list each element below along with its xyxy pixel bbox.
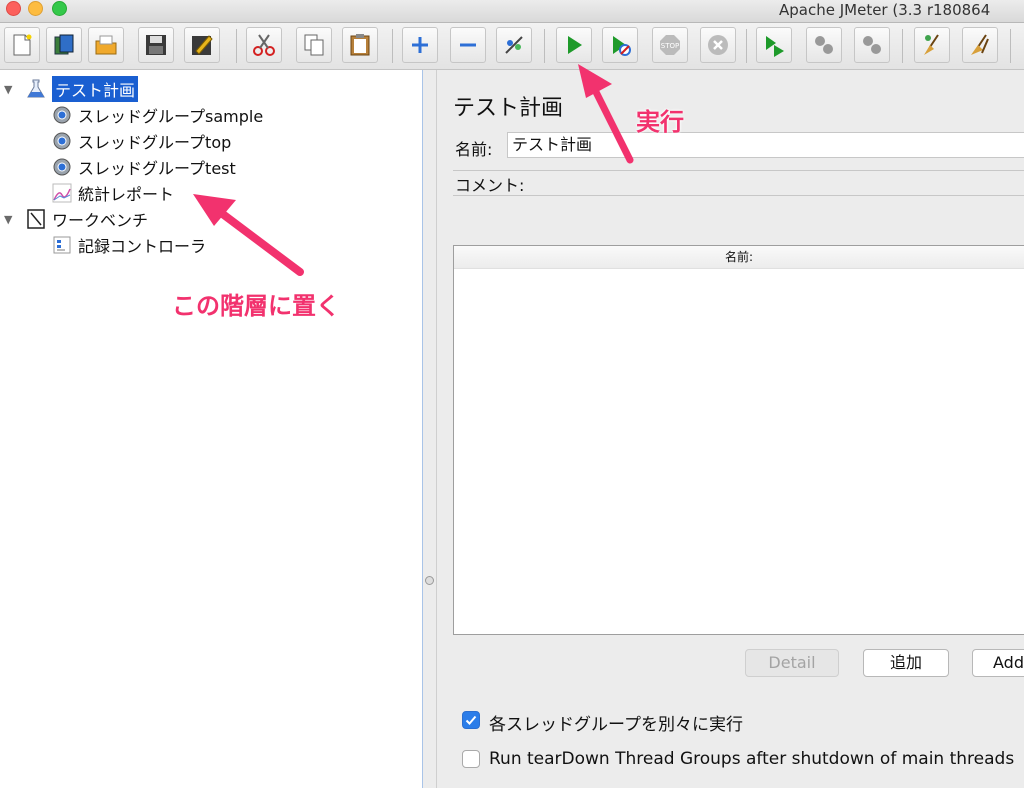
cut-button[interactable] [246,27,282,63]
new-button[interactable] [4,27,40,63]
test-plan-tree[interactable]: ▼ テスト計画 スレッドグループsample スレッドグループtop スレッドグ… [0,70,423,788]
comment-label: コメント: [455,176,525,195]
panel-title: テスト計画 [453,96,564,121]
copy-button[interactable] [296,27,332,63]
recording-controller-icon [52,235,72,255]
annotation-run: 実行 [636,108,684,136]
toolbar: STOP [0,23,1024,70]
toggle-button[interactable] [496,27,532,63]
window-title: Apache JMeter (3.3 r180864 [779,1,991,19]
play-no-timer-icon [613,36,631,56]
workbench-icon [26,209,46,229]
shutdown-button[interactable] [700,27,736,63]
paste-button[interactable] [342,27,378,63]
teardown-label: Run tearDown Thread Groups after shutdow… [489,749,1015,769]
tree-node-thread-group-sample[interactable]: スレッドグループsample [52,103,263,127]
comment-row: コメント: [453,170,1024,196]
remote-shutdown-all-button[interactable] [854,27,890,63]
zoom-window-button[interactable] [52,1,67,16]
name-label: 名前: [455,140,493,159]
tree-node-recording-controller[interactable]: 記録コントローラ [52,233,206,257]
copy-icon [304,34,324,56]
minus-icon [460,43,476,47]
collapse-all-button[interactable] [450,27,486,63]
stop-button[interactable]: STOP [652,27,688,63]
remote-shutdown-icon [863,36,881,54]
clear-button[interactable] [914,27,950,63]
gear-icon [52,105,72,125]
remote-stop-icon [815,36,833,54]
add-button[interactable]: 追加 [863,649,949,677]
chart-icon [52,183,72,203]
gear-icon [52,131,72,151]
open-button[interactable] [88,27,124,63]
save-as-icon [192,35,213,55]
clipboard-icon [350,34,370,56]
user-variables-table[interactable]: 名前: [453,245,1024,635]
remote-stop-all-button[interactable] [806,27,842,63]
expand-triangle-test-plan[interactable]: ▼ [4,83,12,96]
gear-icon [52,157,72,177]
stop-icon: STOP [660,35,680,55]
flask-icon [26,79,46,99]
save-disk-icon [146,35,166,55]
column-header-name[interactable]: 名前: [454,246,1024,269]
svg-text:STOP: STOP [661,42,679,50]
remote-start-all-button[interactable] [756,27,792,63]
open-folder-icon [95,35,117,55]
teardown-checkbox[interactable] [462,750,480,768]
name-field[interactable]: テスト計画 [507,132,1024,158]
scissors-icon [253,34,275,56]
templates-icon [54,34,74,55]
expand-triangle-workbench[interactable]: ▼ [4,213,12,226]
divider-handle-icon[interactable] [425,576,434,585]
minimize-window-button[interactable] [28,1,43,16]
tree-node-thread-group-top[interactable]: スレッドグループtop [52,129,231,153]
new-document-icon [13,34,32,56]
tree-node-test-plan[interactable]: テスト計画 [26,76,139,102]
checkmark-icon [465,715,477,725]
expand-all-button[interactable] [402,27,438,63]
plus-icon [412,37,428,53]
title-bar: Apache JMeter (3.3 r180864 [0,0,1024,23]
split-pane-divider[interactable] [423,70,436,788]
clear-all-button[interactable] [962,27,998,63]
play-icon [568,36,582,54]
add-from-clipboard-button[interactable]: Add [972,649,1024,677]
test-plan-editor: テスト計画 名前: テスト計画 コメント: 名前: Detail 追加 Add … [436,70,1024,788]
start-button[interactable] [556,27,592,63]
tree-node-thread-group-test[interactable]: スレッドグループtest [52,155,236,179]
close-window-button[interactable] [6,1,21,16]
detail-button[interactable]: Detail [745,649,839,677]
remote-start-icon [766,36,784,57]
tree-node-workbench[interactable]: ワークベンチ [26,207,148,231]
functional-mode-checkbox[interactable] [462,711,480,729]
tree-node-summary-report[interactable]: 統計レポート [52,181,174,205]
broom-all-icon [971,34,989,55]
broom-icon [924,34,939,55]
shutdown-icon [708,35,728,55]
comment-field[interactable] [531,171,1024,193]
save-button[interactable] [138,27,174,63]
annotation-place-here: この階層に置く [172,292,340,320]
start-no-pauses-button[interactable] [602,27,638,63]
toggle-icon [505,36,523,54]
templates-button[interactable] [46,27,82,63]
functional-mode-label: 各スレッドグループを別々に実行 [489,715,743,735]
save-as-button[interactable] [184,27,220,63]
